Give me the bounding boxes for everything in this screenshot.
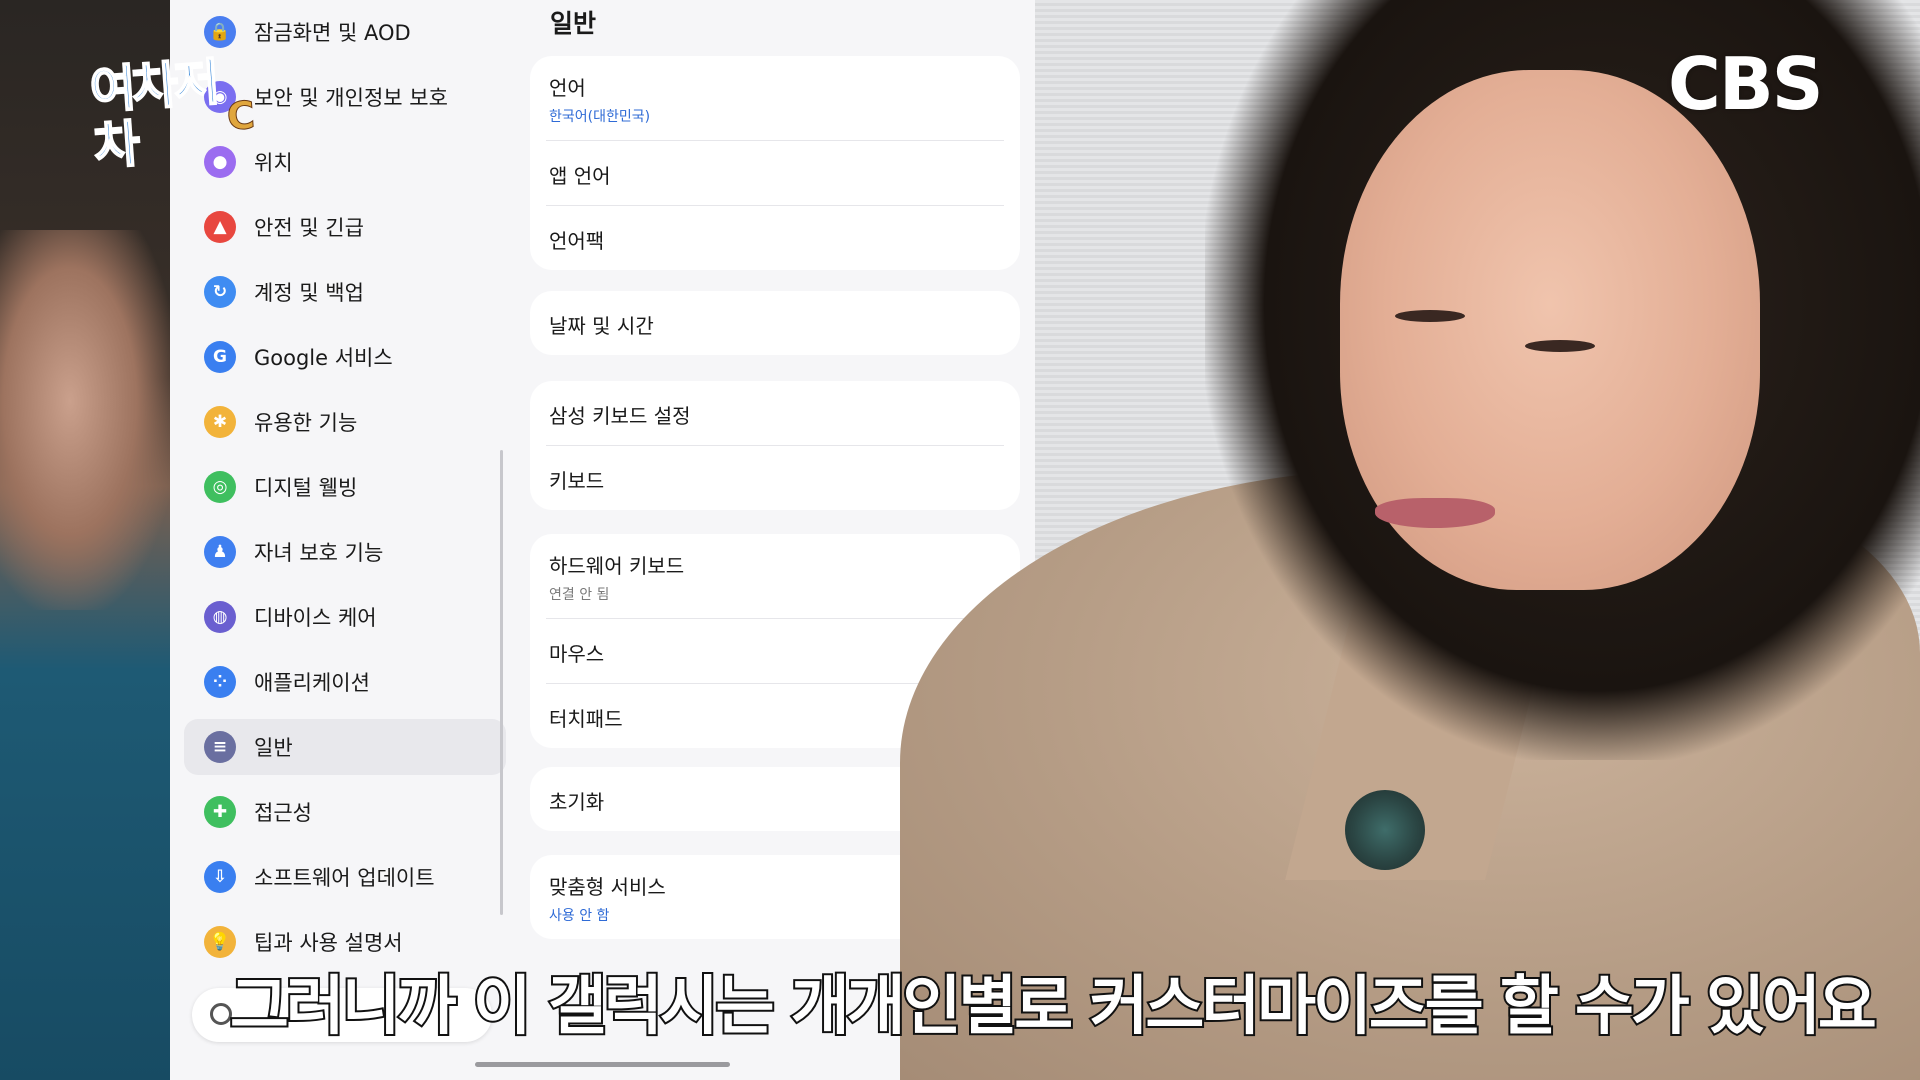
sidebar-item[interactable]: ◍ 디바이스 케어	[184, 589, 506, 645]
settings-row-title: 초기화	[549, 790, 605, 814]
settings-row-title: 언어	[549, 76, 586, 100]
logo-c-icon: C	[225, 93, 253, 140]
sidebar-item-label: 보안 및 개인정보 보호	[254, 86, 448, 110]
sidebar-item[interactable]: ◎ 디지털 웰빙	[184, 459, 506, 515]
sidebar-item[interactable]: ▲ 안전 및 긴급	[184, 199, 506, 255]
settings-row[interactable]: 키보드	[530, 446, 1020, 510]
sidebar-item-label: 잠금화면 및 AOD	[254, 21, 411, 45]
sidebar-item-label: 디지털 웰빙	[254, 476, 358, 500]
settings-card: 언어한국어(대한민국) 앱 언어언어팩	[530, 56, 1020, 270]
sidebar-item-label: 자녀 보호 기능	[254, 541, 384, 565]
logo-text: 여차저차	[87, 52, 219, 177]
settings-row-title: 하드웨어 키보드	[549, 554, 685, 578]
settings-row-subtitle: 사용 안 함	[549, 908, 610, 924]
channel-logo: CBS	[1668, 42, 1824, 126]
settings-row[interactable]: 날짜 및 시간	[530, 291, 1020, 355]
sidebar-item-label: 팁과 사용 설명서	[254, 931, 403, 955]
page-title: 일반	[550, 9, 597, 38]
settings-row[interactable]: 앱 언어	[530, 141, 1020, 205]
sidebar-item[interactable]: ♟ 자녀 보호 기능	[184, 524, 506, 580]
sidebar-item-label: 소프트웨어 업데이트	[254, 866, 435, 890]
update-icon: ⇩	[204, 861, 236, 893]
google-icon: G	[204, 341, 236, 373]
tips-icon: 💡	[204, 926, 236, 958]
sidebar-item-label: 안전 및 긴급	[254, 216, 364, 240]
settings-row-subtitle: 연결 안 됨	[549, 587, 610, 603]
sidebar-item[interactable]: ↻ 계정 및 백업	[184, 264, 506, 320]
settings-row[interactable]: 언어한국어(대한민국)	[530, 56, 1020, 140]
sidebar-item-label: 유용한 기능	[254, 411, 358, 435]
settings-card: 날짜 및 시간	[530, 291, 1020, 355]
home-indicator[interactable]	[475, 1062, 730, 1067]
child-icon: ♟	[204, 536, 236, 568]
sidebar-item-label: 일반	[254, 736, 293, 760]
settings-row-title: 터치패드	[549, 707, 623, 731]
sidebar-item-label: Google 서비스	[254, 346, 393, 370]
person-eye-left	[1395, 310, 1465, 322]
settings-row-title: 날짜 및 시간	[549, 314, 654, 338]
sidebar-item[interactable]: ✚ 접근성	[184, 784, 506, 840]
sync-icon: ↻	[204, 276, 236, 308]
star-gear-icon: ✱	[204, 406, 236, 438]
sidebar-item-label: 위치	[254, 151, 293, 175]
settings-row-subtitle: 한국어(대한민국)	[549, 109, 651, 125]
settings-row-title: 삼성 키보드 설정	[549, 404, 691, 428]
settings-row-title: 앱 언어	[549, 164, 611, 188]
settings-row-title: 맞춤형 서비스	[549, 875, 666, 899]
subtitle-caption: 그러니까 이 갤럭시는 개개인별로 커스터마이즈를 할 수가 있어요	[228, 968, 1879, 1046]
sidebar-item[interactable]: 🔒 잠금화면 및 AOD	[184, 4, 506, 60]
sidebar-item-label: 디바이스 케어	[254, 606, 377, 630]
sidebar-item-label: 계정 및 백업	[254, 281, 364, 305]
apps-icon: ⁘	[204, 666, 236, 698]
sidebar-item[interactable]: G Google 서비스	[184, 329, 506, 385]
settings-card: 삼성 키보드 설정키보드	[530, 381, 1020, 510]
sidebar-item[interactable]: ≡ 일반	[184, 719, 506, 775]
wellbeing-icon: ◎	[204, 471, 236, 503]
accessibility-icon: ✚	[204, 796, 236, 828]
sidebar-scrollbar[interactable]	[500, 450, 503, 915]
sidebar-item[interactable]: ✱ 유용한 기능	[184, 394, 506, 450]
device-care-icon: ◍	[204, 601, 236, 633]
settings-row-title: 언어팩	[549, 229, 605, 253]
sidebar-item[interactable]: ⇩ 소프트웨어 업데이트	[184, 849, 506, 905]
settings-row-title: 마우스	[549, 642, 605, 666]
settings-row[interactable]: 삼성 키보드 설정	[530, 381, 1020, 445]
settings-row[interactable]: 언어팩	[530, 206, 1020, 270]
siren-icon: ▲	[204, 211, 236, 243]
general-icon: ≡	[204, 731, 236, 763]
sidebar-item[interactable]: ⁘ 애플리케이션	[184, 654, 506, 710]
blurred-person	[0, 230, 175, 610]
sidebar-item-label: 애플리케이션	[254, 671, 370, 695]
program-logo: 여차저차 C	[87, 52, 253, 178]
settings-row-title: 키보드	[549, 469, 605, 493]
settings-row[interactable]: 하드웨어 키보드연결 안 됨	[530, 534, 1020, 618]
lock-icon: 🔒	[204, 16, 236, 48]
search-icon	[210, 1003, 232, 1025]
lapel-microphone	[1345, 790, 1425, 870]
person-mouth	[1375, 498, 1495, 528]
person-eye-right	[1525, 340, 1595, 352]
sidebar-item-label: 접근성	[254, 801, 312, 825]
